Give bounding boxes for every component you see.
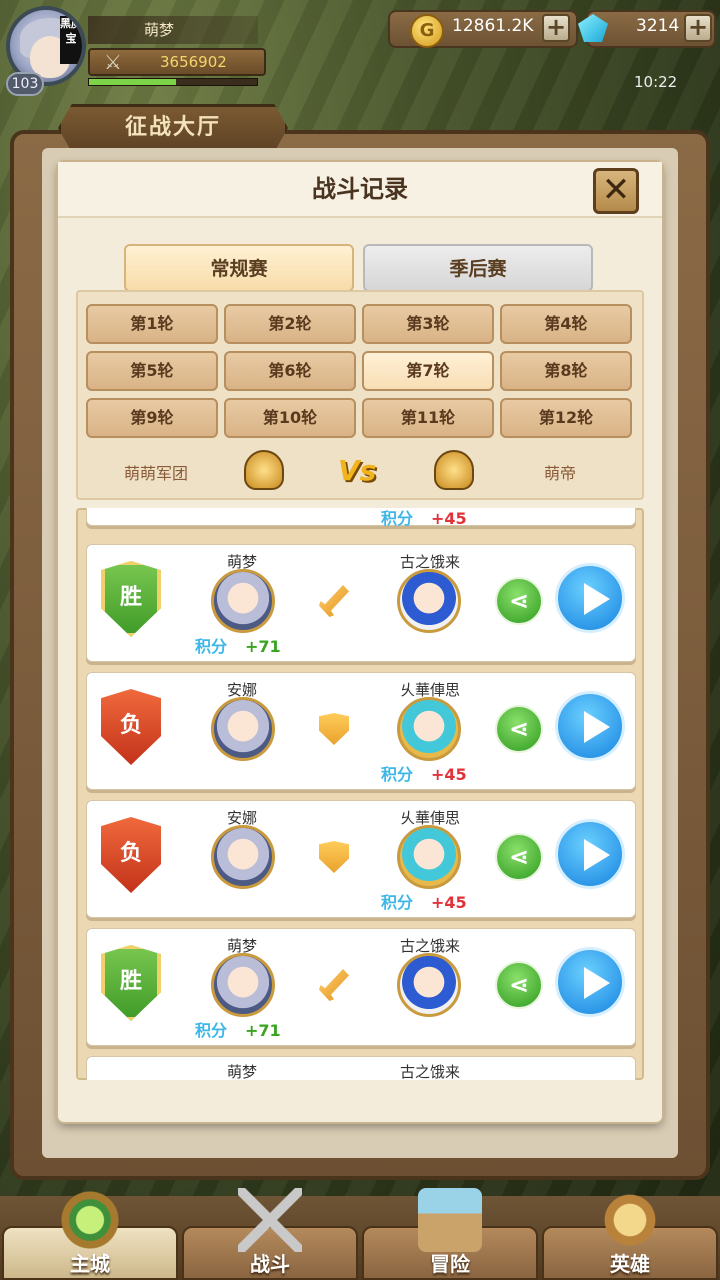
gem-value: 3214	[636, 16, 680, 36]
tab-regular-season[interactable]: 常规赛	[124, 244, 354, 292]
left-player-portrait	[211, 697, 275, 761]
replay-button[interactable]	[555, 563, 625, 633]
player-power: ⚔ 3656902	[88, 48, 266, 76]
round-button[interactable]: 第10轮	[224, 398, 356, 438]
round-button-selected[interactable]: 第7轮	[362, 351, 494, 391]
crossed-swords-icon: ⚔	[104, 50, 122, 74]
right-player-portrait	[397, 569, 461, 633]
clock: 10:22	[634, 73, 678, 91]
sword-icon	[319, 969, 349, 1001]
left-player-portrait	[211, 825, 275, 889]
record-card: 胜 萌梦 古之饿来 积分 +71 ⋖	[86, 928, 636, 1046]
power-value: 3656902	[160, 53, 227, 71]
replay-button[interactable]	[555, 819, 625, 889]
share-button[interactable]: ⋖	[495, 961, 543, 1009]
round-button[interactable]: 第11轮	[362, 398, 494, 438]
exp-bar	[88, 78, 258, 86]
map-icon	[418, 1188, 482, 1252]
record-card: 胜 萌梦 古之饿来 积分 +71 ⋖	[86, 544, 636, 662]
share-button[interactable]: ⋖	[495, 833, 543, 881]
result-badge: 胜	[101, 561, 161, 637]
record-card: 负 安娜 乆華俥思 积分 +45 ⋖	[86, 672, 636, 790]
record-points: 积分 +45	[381, 509, 467, 528]
player-name: 萌梦	[88, 16, 258, 44]
result-badge: 负	[101, 817, 161, 893]
matchup-row: 萌萌军团 Vs 萌帝	[76, 450, 644, 490]
avatar-tag: 黑魔宝	[60, 16, 82, 64]
tab-playoffs[interactable]: 季后赛	[363, 244, 593, 292]
round-button[interactable]: 第9轮	[86, 398, 218, 438]
dialog-title: 战斗记录	[58, 162, 662, 218]
team-left-emblem-icon	[244, 450, 284, 490]
player-level: 103	[6, 72, 44, 96]
replay-button[interactable]	[555, 947, 625, 1017]
right-player-portrait	[397, 953, 461, 1017]
round-button[interactable]: 第6轮	[224, 351, 356, 391]
replay-button[interactable]	[555, 691, 625, 761]
record-points: 积分 +71	[195, 1021, 281, 1040]
record-points: 积分 +45	[381, 893, 467, 912]
nav-label: 冒险	[430, 1252, 470, 1276]
round-button[interactable]: 第3轮	[362, 304, 494, 344]
record-card-partial: 萌梦 古之饿来	[86, 1056, 636, 1080]
left-player-name: 萌梦	[226, 1063, 257, 1080]
team-right-name: 萌帝	[544, 464, 577, 483]
crossed-swords-icon	[238, 1188, 302, 1252]
hero-emblem-icon	[598, 1188, 662, 1252]
hall-title: 征战大厅	[58, 104, 288, 152]
castle-icon	[58, 1188, 122, 1252]
nav-label: 英雄	[610, 1252, 650, 1276]
shield-icon	[319, 713, 349, 745]
record-points: 积分 +45	[381, 765, 467, 784]
add-gold-button[interactable]: +	[542, 14, 570, 42]
record-card: 负 安娜 乆華俥思 积分 +45 ⋖	[86, 800, 636, 918]
round-button[interactable]: 第1轮	[86, 304, 218, 344]
add-gem-button[interactable]: +	[684, 14, 712, 42]
gold-value: 12861.2K	[452, 16, 534, 36]
share-button[interactable]: ⋖	[495, 705, 543, 753]
record-points: 积分 +71	[195, 637, 281, 656]
vs-label: Vs	[338, 454, 377, 487]
left-player-portrait	[211, 569, 275, 633]
record-card-partial: 积分 +45	[86, 508, 636, 528]
team-left-name: 萌萌军团	[124, 464, 189, 483]
gold-coin-icon: G	[410, 14, 444, 48]
exp-fill	[89, 79, 177, 85]
battle-record-dialog: 战斗记录 ✕ 常规赛 季后赛 第1轮 第2轮 第3轮 第4轮 第5轮 第6轮 第…	[58, 162, 662, 1122]
round-button[interactable]: 第12轮	[500, 398, 632, 438]
round-button[interactable]: 第2轮	[224, 304, 356, 344]
shield-icon	[319, 841, 349, 873]
team-right-emblem-icon	[434, 450, 474, 490]
round-button[interactable]: 第4轮	[500, 304, 632, 344]
close-button[interactable]: ✕	[593, 168, 639, 214]
right-player-portrait	[397, 825, 461, 889]
record-list[interactable]: 积分 +45 胜 萌梦 古之饿来 积分 +71 ⋖ 负 安娜 乆華俥思 积分 +45 …	[76, 508, 644, 1080]
nav-label: 战斗	[250, 1252, 290, 1276]
right-player-portrait	[397, 697, 461, 761]
left-player-portrait	[211, 953, 275, 1017]
share-button[interactable]: ⋖	[495, 577, 543, 625]
round-button[interactable]: 第8轮	[500, 351, 632, 391]
nav-label: 主城	[70, 1252, 110, 1276]
sword-icon	[319, 585, 349, 617]
result-badge: 胜	[101, 945, 161, 1021]
right-player-name: 古之饿来	[399, 1063, 460, 1080]
result-badge: 负	[101, 689, 161, 765]
round-button[interactable]: 第5轮	[86, 351, 218, 391]
